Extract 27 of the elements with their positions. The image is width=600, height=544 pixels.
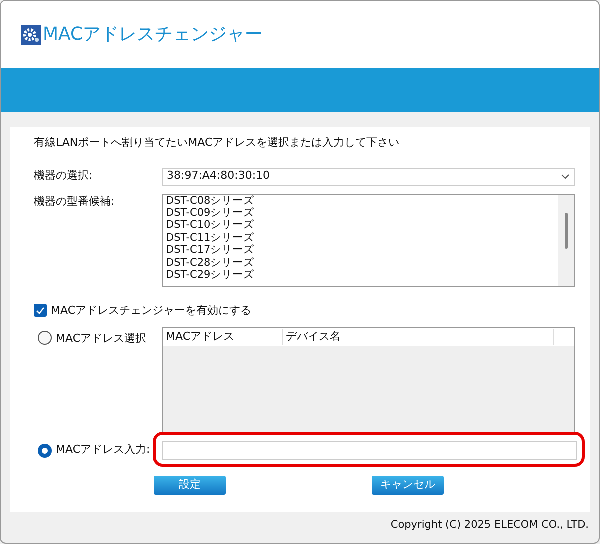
column-header[interactable]: デバイス名 (283, 328, 554, 346)
list-item[interactable]: DST-C08シリーズ (166, 194, 555, 207)
list-item[interactable]: DST-C10シリーズ (166, 219, 555, 232)
radio-button[interactable] (38, 444, 52, 458)
field-label: 機器の選択: (34, 168, 94, 184)
radio-label: MACアドレス入力: (56, 442, 150, 458)
instruction-text: 有線LANポートへ割り当てたいMACアドレスを選択または入力して下さい (34, 135, 401, 151)
address-table[interactable]: MACアドレス デバイス名 (162, 327, 575, 433)
model-listbox[interactable]: DST-C08シリーズ DST-C09シリーズ DST-C10シリーズ DST-C11シリーズ DST-C17シリーズ DST-C28シリーズ DST-C29シリーズ (162, 194, 575, 286)
list-item[interactable]: DST-C29シリーズ (166, 268, 555, 282)
checkbox-label: MACアドレスチェンジャーを有効にする (51, 302, 252, 318)
radio-button[interactable] (38, 331, 52, 345)
radio-label: MACアドレス選択 (56, 331, 147, 347)
checkbox[interactable] (34, 304, 47, 318)
field-label: 機器の型番候補: (34, 194, 116, 210)
mac-address-input[interactable] (162, 441, 577, 460)
list-item[interactable]: DST-C28シリーズ (166, 256, 555, 269)
caret-icon (561, 174, 570, 180)
list-item[interactable]: DST-C17シリーズ (166, 244, 555, 257)
list-item[interactable]: DST-C09シリーズ (166, 206, 555, 220)
device-select[interactable]: 38:97:A4:80:30:10 (162, 168, 575, 186)
list-item[interactable]: DST-C11シリーズ (166, 232, 555, 244)
app-title: MACアドレスチェンジャー (43, 23, 264, 47)
gear-icon (21, 24, 41, 44)
scrollbar[interactable] (558, 194, 574, 286)
copyright-text: Copyright (C) 2025 ELECOM CO., LTD. (390, 518, 590, 533)
column-header[interactable]: MACアドレス (163, 328, 283, 346)
